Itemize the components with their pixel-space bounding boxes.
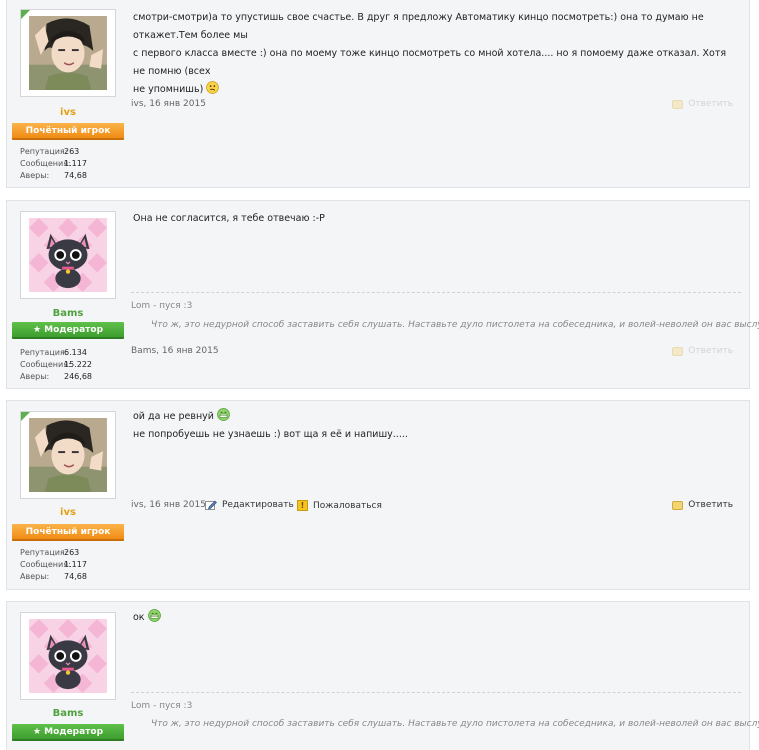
- post-text-line: смотри-смотри)а то упустишь свое счастье…: [133, 12, 704, 41]
- post-content: ок: [133, 609, 741, 627]
- post-text-fragment: не упомнишь): [133, 84, 204, 95]
- stat-label: Репутация:: [20, 348, 68, 357]
- edit-label: Редактировать: [222, 500, 294, 510]
- stat-value: 74,68: [64, 171, 87, 180]
- post-text-line: Она не согласится, я тебе отвечаю :-P: [133, 213, 325, 224]
- post-text-line: не упомнишь): [133, 81, 741, 99]
- avatar[interactable]: [20, 211, 116, 299]
- stat-value: 74,68: [64, 572, 87, 581]
- post-date[interactable]: Bams, 16 янв 2015: [131, 346, 219, 356]
- post-date[interactable]: ivs, 16 янв 2015: [131, 500, 206, 510]
- post-content: Она не согласится, я тебе отвечаю :-P: [133, 210, 741, 228]
- post: ivs Почётный игрок Репутация: 263 Сообщен…: [6, 0, 750, 188]
- chat-bubble-icon: [672, 500, 684, 510]
- reply-label: Ответить: [688, 500, 733, 510]
- signature-title: Lom - пуся :3: [131, 701, 193, 711]
- post-content: ой да не ревнуй не попробуешь не узнаешь…: [133, 408, 741, 444]
- post-content: смотри-смотри)а то упустишь свое счастье…: [133, 9, 741, 99]
- user-rank-badge: ★ Модератор: [12, 322, 124, 339]
- edit-button[interactable]: Редактировать: [205, 500, 294, 510]
- reply-button[interactable]: Ответить: [672, 99, 733, 109]
- stat-value: 263: [64, 147, 80, 156]
- avatar[interactable]: [20, 612, 116, 700]
- username[interactable]: ivs: [12, 507, 124, 518]
- signature-title: Lom - пуся :3: [131, 301, 193, 311]
- avatar-image: [27, 619, 109, 693]
- post-text-line: ой да не ревнуй: [133, 408, 741, 426]
- avatar-image: [27, 16, 109, 90]
- grin-smiley-icon: [217, 408, 230, 421]
- post-meta: ivs, 16 янв 2015 Редактировать ! Пожалов…: [131, 500, 737, 514]
- username[interactable]: ivs: [12, 107, 124, 118]
- chat-bubble-icon: [672, 99, 684, 109]
- post-text-line: с первого класса вместе :) она по моему …: [133, 48, 727, 77]
- post: ivs Почётный игрок Репутация: 263 Сообщен…: [6, 400, 750, 590]
- stat-label: Сообщения:: [20, 360, 71, 369]
- stat-label: Сообщения:: [20, 159, 71, 168]
- reply-label: Ответить: [688, 346, 733, 356]
- post-text-fragment: ой да не ревнуй: [133, 411, 214, 422]
- stat-value: 1.117: [64, 159, 87, 168]
- user-rank-badge: Почётный игрок: [12, 123, 124, 140]
- user-stats: Репутация: 6.134 Сообщения: 15.222 Аверы: 2…: [20, 347, 120, 383]
- warning-icon: !: [297, 500, 308, 511]
- stat-value: 15.222: [64, 360, 92, 369]
- stat-label: Репутация:: [20, 147, 68, 156]
- avatar-image: [27, 218, 109, 292]
- online-indicator: [21, 10, 30, 19]
- post-meta: Bams, 16 янв 2015 Ответить: [131, 346, 737, 360]
- stat-label: Репутация:: [20, 548, 68, 557]
- username[interactable]: Bams: [12, 308, 124, 319]
- post: Bams ★ Модератор ок Lom - пуся :3 Что ж,…: [6, 601, 759, 750]
- grin-smiley-icon: [148, 609, 161, 622]
- user-stats: Репутация: 263 Сообщения: 1.117 Аверы: 74,6…: [20, 146, 120, 182]
- stat-label: Аверы:: [20, 171, 50, 180]
- post-date[interactable]: ivs, 16 янв 2015: [131, 99, 206, 109]
- signature-quote: Что ж, это недурной способ заставить себ…: [151, 719, 759, 729]
- avatar[interactable]: [20, 9, 116, 97]
- confused-smiley-icon: [206, 81, 219, 94]
- post-text-line: не попробуешь не узнаешь :) вот ща я её …: [133, 429, 408, 440]
- reply-button[interactable]: Ответить: [672, 346, 733, 356]
- stat-value: 6.134: [64, 348, 87, 357]
- post: Bams ★ Модератор Репутация: 6.134 Сообщен…: [6, 200, 759, 389]
- report-label: Пожаловаться: [313, 500, 382, 511]
- reply-button[interactable]: Ответить: [672, 500, 733, 510]
- stat-label: Сообщения:: [20, 560, 71, 569]
- user-rank-badge: Почётный игрок: [12, 524, 124, 541]
- stat-value: 1.117: [64, 560, 87, 569]
- signature-divider: [131, 292, 741, 293]
- avatar-image: [27, 418, 109, 492]
- post-text-fragment: ок: [133, 612, 145, 623]
- stat-label: Аверы:: [20, 372, 50, 381]
- chat-bubble-icon: [672, 346, 684, 356]
- avatar[interactable]: [20, 411, 116, 499]
- post-meta: ivs, 16 янв 2015 Ответить: [131, 99, 737, 113]
- signature-quote: Что ж, это недурной способ заставить себ…: [151, 320, 759, 330]
- edit-pencil-icon: [205, 500, 217, 510]
- stat-label: Аверы:: [20, 572, 50, 581]
- reply-label: Ответить: [688, 99, 733, 109]
- stat-value: 263: [64, 548, 80, 557]
- username[interactable]: Bams: [12, 708, 124, 719]
- report-button[interactable]: ! Пожаловаться: [297, 500, 382, 511]
- stat-value: 246,68: [64, 372, 92, 381]
- user-rank-badge: ★ Модератор: [12, 724, 124, 741]
- signature-divider: [131, 692, 741, 693]
- user-stats: Репутация: 263 Сообщения: 1.117 Аверы: 74,6…: [20, 547, 120, 583]
- online-indicator: [21, 412, 30, 421]
- post-text-line: ок: [133, 609, 741, 627]
